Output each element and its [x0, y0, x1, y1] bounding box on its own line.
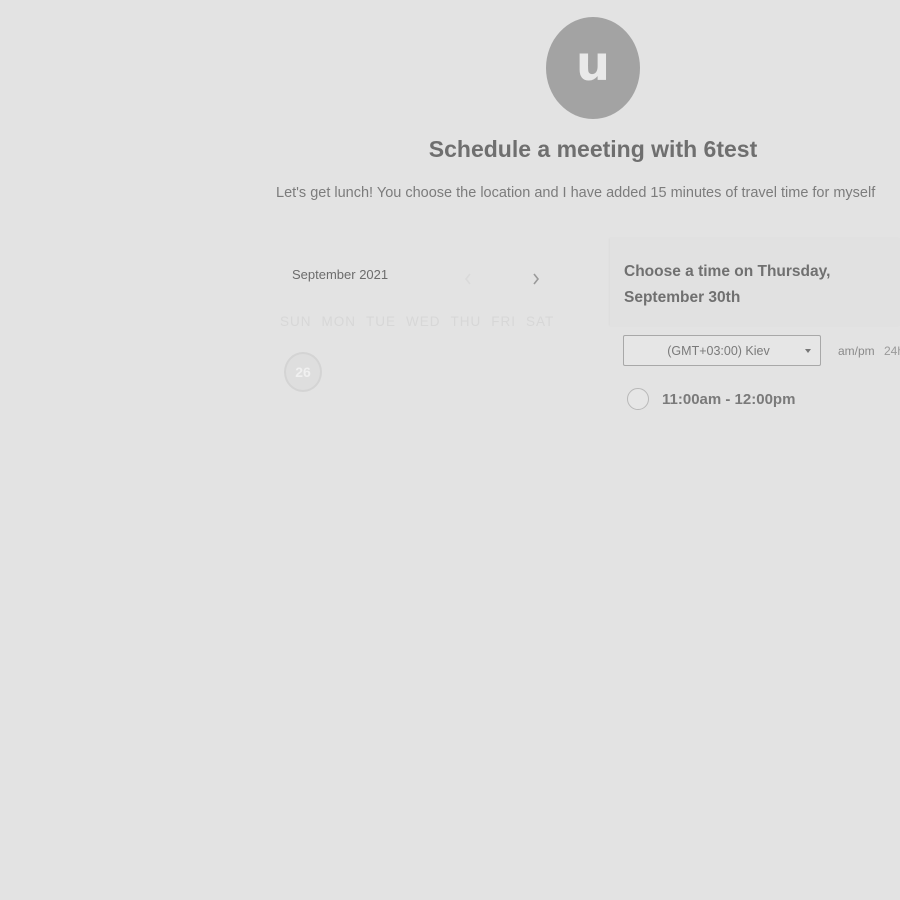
- avatar: u: [546, 17, 640, 119]
- format-24h-toggle[interactable]: 24h: [884, 344, 900, 358]
- weekday-thu: THU: [450, 314, 482, 329]
- calendar-month-label: September 2021: [292, 267, 389, 282]
- calendar-weekday-header: SUN MON TUE WED THU FRI SAT: [280, 314, 564, 329]
- weekday-fri: FRI: [491, 314, 517, 329]
- chevron-left-icon: [464, 273, 471, 285]
- caret-down-icon: [805, 348, 811, 353]
- timezone-select[interactable]: (GMT+03:00) Kiev: [623, 335, 821, 366]
- timezone-value: (GMT+03:00) Kiev: [667, 343, 770, 358]
- weekday-wed: WED: [406, 314, 441, 329]
- time-slot-label: 11:00am - 12:00pm: [662, 390, 796, 408]
- weekday-mon: MON: [321, 314, 357, 329]
- weekday-sat: SAT: [526, 314, 555, 329]
- time-slot-radio[interactable]: [627, 388, 649, 410]
- weekday-tue: TUE: [366, 314, 397, 329]
- meeting-description: Let's get lunch! You choose the location…: [276, 185, 876, 201]
- chevron-right-icon: [533, 273, 540, 285]
- time-panel-heading: Choose a time on Thursday, September 30t…: [624, 263, 831, 306]
- scheduler-page: u Schedule a meeting with 6test Let's ge…: [0, 0, 900, 900]
- calendar-day-selected[interactable]: 26: [284, 352, 322, 392]
- avatar-letter: u: [575, 36, 611, 92]
- format-ampm-toggle[interactable]: am/pm: [838, 344, 875, 358]
- previous-month-button[interactable]: [458, 268, 478, 290]
- next-month-button[interactable]: [526, 268, 546, 290]
- time-slot-option[interactable]: 11:00am - 12:00pm: [627, 388, 795, 410]
- page-title: Schedule a meeting with 6test: [428, 136, 758, 162]
- weekday-sun: SUN: [280, 314, 312, 329]
